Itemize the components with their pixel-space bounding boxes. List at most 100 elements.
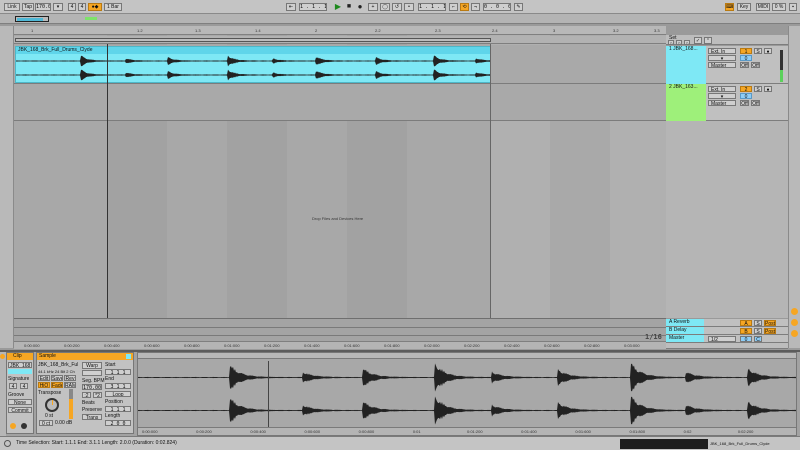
scroll-icon[interactable]	[791, 330, 798, 337]
return-header-b[interactable]: B Delay B S Post	[666, 327, 788, 335]
metronome-dropdown[interactable]: ▾	[53, 3, 63, 11]
sends-button[interactable]: ○	[676, 40, 682, 45]
launch-icon[interactable]	[10, 423, 16, 429]
save-button[interactable]: Save	[51, 375, 63, 381]
track-lane-2[interactable]	[14, 84, 666, 121]
zoom-icon[interactable]	[791, 308, 798, 315]
track-header-1[interactable]: 1 JBK_168... Ext. In ▾ Master 1 S ● 0 Of…	[666, 46, 788, 84]
loop-button[interactable]: Loop	[105, 391, 131, 397]
arrangement-overview[interactable]	[0, 14, 800, 24]
time-sig-denominator[interactable]: 4	[78, 3, 86, 11]
solo-button[interactable]: S	[754, 48, 762, 54]
clip-sig-den[interactable]: 4	[20, 383, 28, 389]
tap-tempo-button[interactable]: Tap	[22, 3, 34, 11]
reverse-button[interactable]: Rev	[64, 375, 76, 381]
master-volume[interactable]: 0	[740, 336, 752, 342]
transpose-knob[interactable]	[45, 398, 59, 412]
commit-button[interactable]: Commit	[8, 407, 32, 413]
overview-viewport[interactable]	[15, 16, 49, 22]
play-icon[interactable]: ▶	[333, 3, 343, 11]
warp-field[interactable]	[82, 370, 102, 376]
ram-button[interactable]: RAM	[64, 382, 76, 388]
input-type-dropdown[interactable]: Ext. In	[708, 48, 736, 54]
input-channel-dropdown[interactable]: ▾	[708, 55, 736, 61]
groove-dropdown[interactable]: None	[8, 399, 32, 405]
solo-button[interactable]: S	[754, 86, 762, 92]
clip-sig-num[interactable]: 4	[9, 383, 17, 389]
auto-button[interactable]: Off	[740, 100, 749, 106]
clip-toggle-icon[interactable]	[0, 354, 5, 359]
monitor-off-button[interactable]: Off	[751, 62, 760, 68]
sample-editor-ruler[interactable]	[138, 353, 796, 359]
overdub-button[interactable]: +	[368, 3, 378, 11]
track-name-1[interactable]: 1 JBK_168...	[666, 46, 706, 84]
return-activator[interactable]: A	[740, 320, 752, 326]
record-icon[interactable]: ●	[355, 3, 365, 11]
solo-button[interactable]: S	[754, 320, 762, 326]
preserve-dropdown[interactable]: Trans	[82, 414, 102, 420]
output-dropdown[interactable]: Master	[708, 62, 736, 68]
track-activator[interactable]: 1	[740, 48, 752, 54]
master-output[interactable]: 1/2	[708, 336, 736, 342]
collapse-button[interactable]: ✓	[694, 37, 702, 44]
post-button[interactable]: Post	[764, 320, 776, 326]
draw-mode-button[interactable]: ✎	[514, 3, 523, 11]
sample-editor-time-ruler[interactable]: 0:00:000 0:00:200 0:00:400 0:00:600 0:00:800…	[138, 427, 796, 435]
loop-start-field[interactable]: 1 . 1 . 1	[418, 3, 446, 11]
back-to-arrangement-button[interactable]: ↺	[392, 3, 402, 11]
output-dropdown[interactable]: Master	[708, 100, 736, 106]
edit-button[interactable]: Edit	[38, 375, 50, 381]
master-name[interactable]: Master	[666, 335, 704, 342]
song-position[interactable]: 1 . 1 . 1	[299, 3, 327, 11]
key-map-button[interactable]: ⌨	[725, 3, 734, 11]
seg-bpm-field[interactable]: 170.00	[82, 384, 102, 390]
follow-button[interactable]: ⇤	[286, 3, 296, 11]
return-name[interactable]: B Delay	[666, 327, 704, 334]
auto-button[interactable]: Off	[740, 62, 749, 68]
clip-color[interactable]	[8, 369, 32, 374]
punch-in-button[interactable]: ⌐	[449, 3, 458, 11]
expand-button[interactable]: ⌃	[704, 37, 712, 44]
key-button[interactable]: Key	[737, 3, 751, 11]
track-activator[interactable]: 2	[740, 86, 752, 92]
session-record-button[interactable]: •	[404, 3, 414, 11]
automation-arm-button[interactable]: ◯	[380, 3, 390, 11]
tempo-field[interactable]: 170.00	[35, 3, 51, 11]
time-sig-numerator[interactable]: 4	[68, 3, 76, 11]
volume-field[interactable]: 0	[740, 55, 752, 61]
master-header[interactable]: Master 1/2 0 C	[666, 335, 788, 343]
link-button[interactable]: Link	[4, 3, 20, 11]
return-name[interactable]: A Reverb	[666, 319, 704, 326]
start-field[interactable]: 1 1 1	[105, 369, 131, 375]
clip-activator-icon[interactable]	[21, 423, 27, 429]
warp-button[interactable]: Warp	[82, 362, 102, 369]
quantize-dropdown[interactable]: 1 Bar	[104, 3, 122, 11]
input-channel-dropdown[interactable]: ▾	[708, 93, 736, 99]
stop-icon[interactable]: ■	[344, 3, 354, 11]
loop-button[interactable]: ⟲	[460, 3, 469, 11]
detune-field[interactable]: 0 ct	[39, 420, 53, 426]
returns-button[interactable]: ○	[684, 40, 690, 45]
return-activator[interactable]: B	[740, 328, 752, 334]
loop-length-field[interactable]: 0 . 0 . 0	[483, 3, 511, 11]
loop-brace-strip[interactable]	[14, 36, 666, 44]
track-header-2[interactable]: 2 JBK_163... Ext. In ▾ Master 2 S ● 0 Of…	[666, 84, 788, 121]
arrangement-clip[interactable]: JBK_168_Brk_Full_Drums_Clyde	[15, 46, 491, 83]
beat-time-ruler[interactable]: 1 1.2 1.3 1.4 2 2.2 2.3 2.4 3 3.2 3.3	[14, 26, 666, 35]
io-button[interactable]: ○	[668, 40, 674, 45]
input-type-dropdown[interactable]: Ext. In	[708, 86, 736, 92]
post-button[interactable]: Post	[764, 328, 776, 334]
time-ruler[interactable]: 0:00:000 0:00:200 0:00:400 0:00:600 0:00:800…	[14, 341, 666, 349]
fade-button[interactable]: Fade	[51, 382, 63, 388]
gain-slider[interactable]	[69, 389, 73, 419]
master-pan[interactable]: C	[754, 336, 762, 342]
return-header-a[interactable]: A Reverb A S Post	[666, 319, 788, 327]
track-name-2[interactable]: 2 JBK_163...	[666, 84, 706, 121]
position-field[interactable]: 1 1 1	[105, 406, 131, 412]
monitor-off-button[interactable]: Off	[751, 100, 760, 106]
arm-button[interactable]: ●	[764, 48, 772, 54]
volume-field[interactable]: 0	[740, 93, 752, 99]
zoom-out-icon[interactable]	[791, 319, 798, 326]
hiq-button[interactable]: HiQ	[38, 382, 50, 388]
info-view-icon[interactable]	[4, 440, 11, 447]
